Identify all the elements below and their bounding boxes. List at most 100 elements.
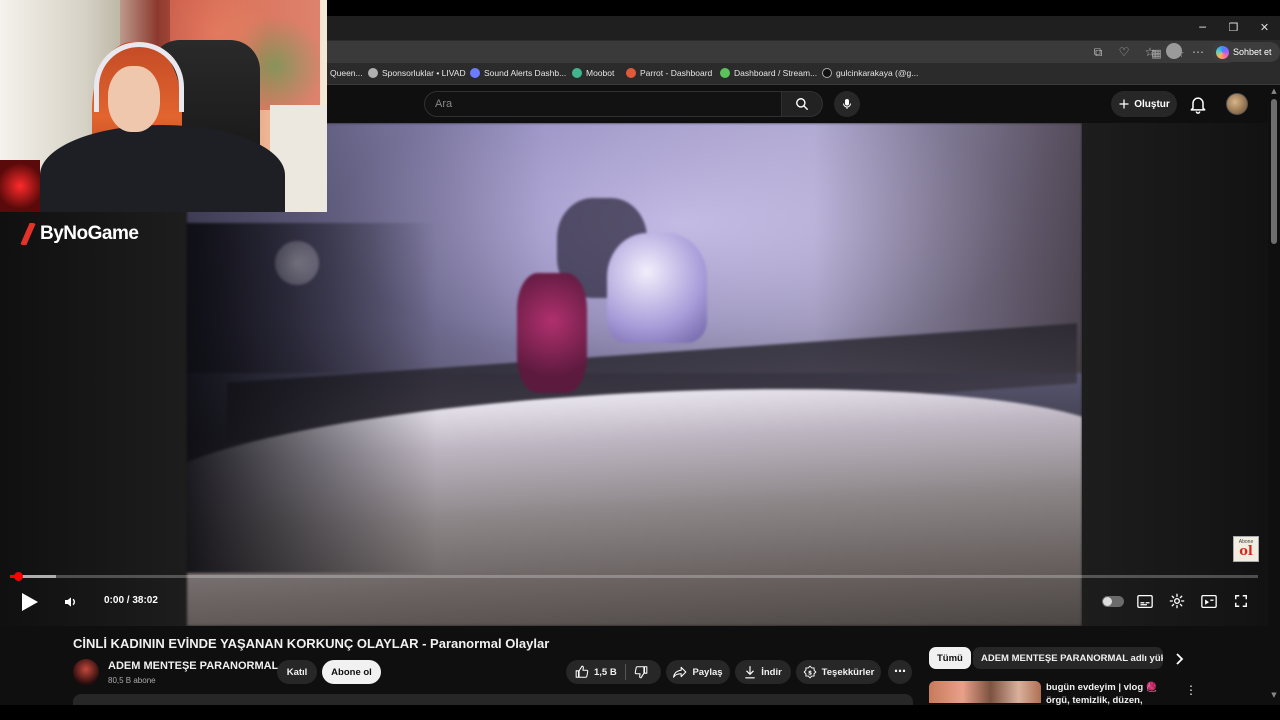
bookmark-favicon-icon [368, 68, 378, 78]
chip-label: Tümü [937, 652, 963, 664]
profile-icon[interactable] [1166, 43, 1182, 59]
join-label: Katıl [286, 666, 308, 678]
bookmark-label: gulcinkarakaya (@g... [836, 68, 919, 78]
notifications-button[interactable] [1188, 94, 1208, 114]
window-controls: ─ ❐ ✕ [1187, 16, 1280, 38]
fullscreen-button[interactable] [1230, 590, 1252, 612]
subscribe-watermark[interactable]: Abone ol [1233, 536, 1259, 562]
extensions-icon[interactable]: ⧉ [1088, 43, 1108, 61]
thumbs-up-icon [575, 665, 589, 678]
browser-essentials-icon[interactable]: ♡ [1114, 43, 1134, 61]
bookmark-label: Queen... [330, 68, 363, 78]
bookmark-label: Parrot - Dashboard [640, 68, 713, 78]
page-scrollbar[interactable]: ▲ ▼ [1268, 85, 1280, 705]
close-button[interactable]: ✕ [1249, 16, 1280, 38]
like-count: 1,5 B [594, 666, 617, 678]
chevron-right-icon [1176, 653, 1184, 665]
bynogame-mark-icon [20, 223, 36, 245]
bookmark-item[interactable]: Dashboard / Stream... [720, 68, 817, 78]
scroll-down-icon[interactable]: ▼ [1270, 691, 1278, 699]
account-avatar[interactable] [1226, 93, 1248, 115]
scroll-up-icon[interactable]: ▲ [1270, 87, 1278, 95]
search-icon [796, 98, 808, 110]
share-icon [673, 666, 687, 678]
bynogame-brand-text: ByNoGame [40, 223, 139, 244]
share-button[interactable]: Paylaş [666, 660, 730, 684]
webcam-overlay [0, 0, 327, 212]
video-title: CİNLİ KADININ EVİNDE YAŞANAN KORKUNÇ OLA… [73, 636, 550, 651]
bell-icon [1190, 97, 1206, 114]
more-menu-icon[interactable]: ⋯ [1188, 43, 1208, 61]
plus-icon [1119, 99, 1129, 109]
chip-channel-uploads[interactable]: ADEM MENTEŞE PARANORMAL adlı yükleyicide… [973, 647, 1163, 669]
watermark-big-text: ol [1239, 544, 1253, 559]
create-button[interactable]: Oluştur [1111, 91, 1177, 117]
autoplay-toggle[interactable] [1102, 596, 1124, 607]
restore-button[interactable]: ❐ [1218, 16, 1249, 38]
copilot-button[interactable]: Sohbet et [1212, 42, 1280, 62]
gear-icon [1169, 593, 1185, 609]
progress-bar[interactable] [10, 572, 1258, 581]
minimize-button[interactable]: ─ [1187, 16, 1218, 38]
play-button[interactable] [18, 590, 42, 614]
chip-label: ADEM MENTEŞE PARANORMAL adlı yükleyicide… [981, 652, 1163, 664]
recommendation-menu-icon[interactable]: ⋮ [1183, 682, 1199, 698]
chips-next-button[interactable] [1170, 649, 1190, 669]
bookmark-item[interactable]: gulcinkarakaya (@g... [822, 68, 918, 78]
bookmark-label: Sponsorluklar • LIVAD [382, 68, 466, 78]
time-display: 0:00 / 38:02 [104, 595, 158, 606]
progress-scrubber[interactable] [13, 572, 23, 581]
download-label: İndir [761, 666, 782, 678]
bookmark-favicon-icon [470, 68, 480, 78]
bookmark-favicon-icon [572, 68, 582, 78]
play-icon [22, 593, 38, 611]
bookmark-item[interactable]: Parrot - Dashboard [626, 68, 712, 78]
scrollbar-thumb[interactable] [1271, 99, 1277, 244]
download-icon [745, 666, 755, 679]
search-input[interactable] [425, 92, 781, 116]
thanks-button[interactable]: $ Teşekkürler [796, 660, 881, 684]
volume-icon [65, 597, 75, 607]
search-box [424, 91, 782, 117]
copilot-icon [1216, 45, 1229, 59]
more-actions-button[interactable]: ⋯ [888, 660, 912, 684]
bookmark-item[interactable]: Sponsorluklar • LIVAD [368, 68, 466, 78]
bookmark-item[interactable]: Moobot [572, 68, 614, 78]
dislike-button[interactable] [634, 665, 653, 679]
taskbar-strip [0, 705, 1280, 720]
subtitles-button[interactable] [1134, 590, 1156, 612]
bynogame-logo: ByNoGame [20, 223, 139, 245]
voice-search-button[interactable] [834, 91, 860, 117]
like-dislike-group: 1,5 B [566, 660, 661, 684]
like-button[interactable]: 1,5 B [575, 665, 617, 679]
miniplayer-button[interactable] [1198, 590, 1220, 612]
bookmark-item[interactable]: Sound Alerts Dashb... [470, 68, 566, 78]
svg-text:$: $ [808, 670, 812, 676]
subscriber-count: 80,5 B abone [108, 676, 156, 685]
download-button[interactable]: İndir [735, 660, 791, 684]
join-button[interactable]: Katıl [277, 660, 317, 684]
bookmark-label: Sound Alerts Dashb... [484, 68, 567, 78]
subscribe-button[interactable]: Abone ol [322, 660, 381, 684]
thanks-label: Teşekkürler [821, 666, 875, 678]
settings-button[interactable] [1166, 590, 1188, 612]
bookmark-favicon-icon [720, 68, 730, 78]
search-button[interactable] [781, 91, 823, 117]
bookmark-item[interactable]: Queen... [330, 68, 363, 78]
subtitles-icon [1137, 594, 1153, 608]
mute-button[interactable] [60, 590, 82, 614]
microphone-icon [843, 99, 851, 109]
recommendation-thumbnail[interactable] [929, 681, 1041, 703]
bookmark-label: Moobot [586, 68, 615, 78]
bookmark-label: Dashboard / Stream... [734, 68, 818, 78]
chip-all[interactable]: Tümü [929, 647, 971, 669]
favorites-icon[interactable]: ☆ [1140, 43, 1160, 61]
subscribe-label: Abone ol [331, 666, 372, 678]
channel-avatar[interactable] [73, 659, 99, 685]
miniplayer-icon [1201, 594, 1217, 608]
create-label: Oluştur [1134, 98, 1170, 110]
bookmark-favicon-icon [626, 68, 636, 78]
share-label: Paylaş [692, 666, 723, 678]
thanks-icon: $ [803, 665, 817, 679]
channel-name[interactable]: ADEM MENTEŞE PARANORMAL [108, 660, 278, 672]
